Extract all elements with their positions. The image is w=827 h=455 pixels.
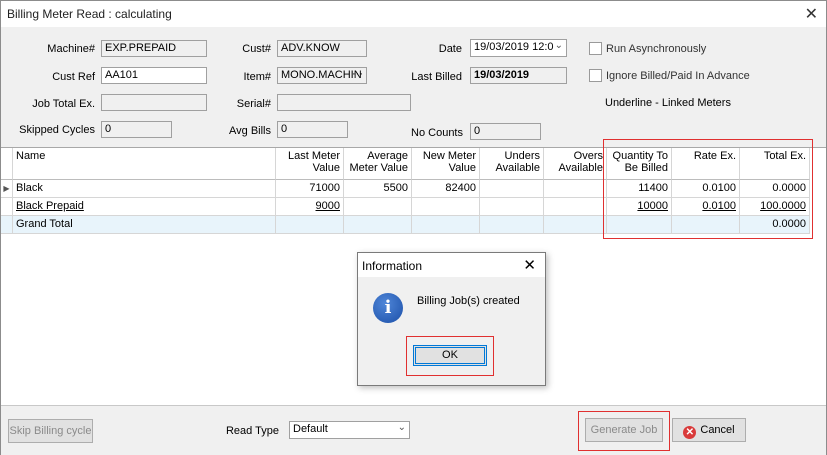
table-cell-last[interactable]: 9000 <box>276 198 344 216</box>
date-value: 19/03/2019 12:0 <box>474 41 554 53</box>
row-marker <box>1 198 13 216</box>
table-cell-overs[interactable] <box>544 198 607 216</box>
dialog-message: Billing Job(s) created <box>417 295 520 307</box>
row-marker <box>1 216 13 234</box>
header-text: Value <box>448 162 476 174</box>
no-counts-field: 0 <box>470 123 541 140</box>
table-cell-avg[interactable] <box>344 198 412 216</box>
table-cell-empty <box>544 216 607 234</box>
table-cell-empty <box>412 216 480 234</box>
last-billed-field: 19/03/2019 <box>470 67 567 84</box>
table-cell-avg[interactable]: 5500 <box>344 180 412 198</box>
title-bar: Billing Meter Read : calculating ✕ <box>1 1 826 27</box>
close-icon[interactable]: ✕ <box>523 256 536 274</box>
cancel-icon: ✕ <box>683 426 697 439</box>
skipped-cycles-field: 0 <box>101 121 172 138</box>
last-billed-label: Last Billed <box>411 71 462 83</box>
read-type-select[interactable]: Default ⌄ <box>289 421 410 439</box>
checkbox-box <box>589 69 602 82</box>
table-cell-name[interactable]: Black Prepaid <box>13 198 276 216</box>
table-cell-empty <box>276 216 344 234</box>
avg-bills-field: 0 <box>277 121 348 138</box>
table-cell-new[interactable]: 82400 <box>412 180 480 198</box>
read-type-label: Read Type <box>225 425 279 437</box>
col-header-unders[interactable]: Unders Available <box>480 148 544 180</box>
cust-ref-field[interactable]: AA101 <box>101 67 207 84</box>
cust-ref-label: Cust Ref <box>52 71 95 83</box>
checkbox-box <box>589 42 602 55</box>
grand-total-label: Grand Total <box>13 216 276 234</box>
col-header-overs[interactable]: Overs Available <box>544 148 607 180</box>
col-header-new-meter[interactable]: New Meter Value <box>412 148 480 180</box>
linked-meters-note: Underline - Linked Meters <box>605 97 731 109</box>
serial-label: Serial# <box>236 98 271 110</box>
read-type-value: Default <box>293 423 328 435</box>
header-text: Value <box>312 162 340 174</box>
information-dialog: Information ✕ i Billing Job(s) created O… <box>357 252 546 386</box>
table-cell-overs[interactable] <box>544 180 607 198</box>
header-text: New Meter <box>422 150 476 162</box>
close-icon[interactable]: ✕ <box>805 4 818 24</box>
header-text: Average <box>367 150 408 162</box>
serial-field[interactable] <box>277 94 411 111</box>
header-text: Available <box>558 162 603 174</box>
table-cell-empty <box>480 216 544 234</box>
col-header-avg-meter[interactable]: Average Meter Value <box>344 148 412 180</box>
chevron-down-icon: ⌄ <box>554 40 563 51</box>
chevron-down-icon: ⌄ <box>397 422 406 433</box>
job-total-label: Job Total Ex. <box>32 98 95 110</box>
skipped-cycles-label: Skipped Cycles <box>19 124 95 136</box>
dialog-title: Information <box>362 259 423 273</box>
skip-billing-cycle-button[interactable]: Skip Billing cycle <box>8 419 93 443</box>
billing-meter-read-window: Billing Meter Read : calculating ✕ Machi… <box>0 0 827 455</box>
cancel-label: Cancel <box>700 424 735 436</box>
table-cell-name[interactable]: Black <box>13 180 276 198</box>
machine-field[interactable]: EXP.PREPAID <box>101 40 207 57</box>
table-cell-new[interactable] <box>412 198 480 216</box>
current-row-icon: ▶ <box>1 180 13 198</box>
ignore-billed-label: Ignore Billed/Paid In Advance <box>606 69 750 82</box>
cancel-button[interactable]: ✕ Cancel <box>672 418 746 442</box>
date-label: Date <box>438 43 462 55</box>
window-title: Billing Meter Read : calculating <box>7 7 172 21</box>
header-text: Unders <box>504 150 540 162</box>
header-text: Last Meter <box>288 150 340 162</box>
table-cell-empty <box>344 216 412 234</box>
info-icon: i <box>373 293 403 323</box>
col-header-last-meter[interactable]: Last Meter Value <box>276 148 344 180</box>
date-picker[interactable]: 19/03/2019 12:0 ⌄ <box>470 39 567 57</box>
header-text: Overs <box>573 150 603 162</box>
generate-job-button[interactable]: Generate Job <box>585 418 663 442</box>
header-text: Available <box>495 162 540 174</box>
col-header-name[interactable]: Name <box>13 148 276 180</box>
footer-bar: Skip Billing cycle Read Type Default ⌄ G… <box>1 405 826 455</box>
item-number-label: Item# <box>243 71 271 83</box>
row-header-corner <box>1 148 13 180</box>
no-counts-label: No Counts <box>411 127 463 139</box>
dialog-title-bar: Information ✕ <box>358 253 545 277</box>
ignore-billed-checkbox[interactable]: Ignore Billed/Paid In Advance <box>589 69 750 82</box>
highlight-box-billing-columns <box>603 139 813 239</box>
avg-bills-label: Avg Bills <box>229 125 271 137</box>
item-number-value: MONO.MACHIN <box>281 69 362 81</box>
run-async-label: Run Asynchronously <box>606 42 707 55</box>
item-number-field[interactable]: MONO.MACHIN ··· <box>277 67 367 84</box>
cust-number-label: Cust# <box>242 43 271 55</box>
ellipsis-icon: ··· <box>352 68 363 80</box>
header-text: Meter Value <box>349 162 409 174</box>
table-cell-unders[interactable] <box>480 180 544 198</box>
run-async-checkbox[interactable]: Run Asynchronously <box>589 42 706 55</box>
machine-label: Machine# <box>47 43 95 55</box>
table-cell-last[interactable]: 71000 <box>276 180 344 198</box>
job-total-field <box>101 94 207 111</box>
cust-number-field[interactable]: ADV.KNOW <box>277 40 367 57</box>
table-cell-unders[interactable] <box>480 198 544 216</box>
header-text: Name <box>16 150 46 162</box>
ok-button[interactable]: OK <box>413 345 487 366</box>
